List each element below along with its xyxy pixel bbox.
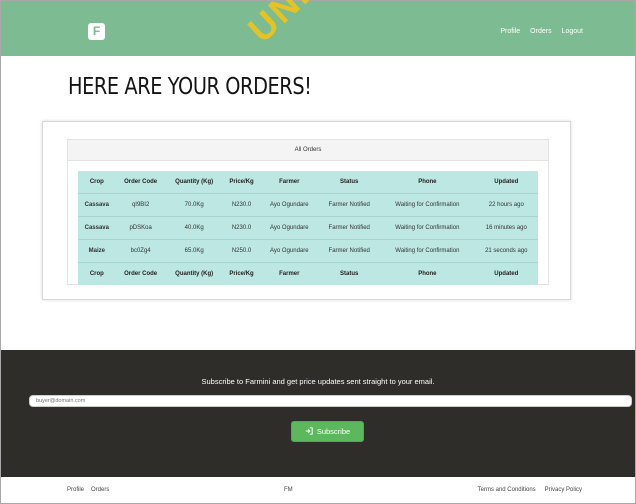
- subscribe-footer: Subscribe to Farmini and get price updat…: [1, 350, 635, 477]
- cell-phone: Waiting for Confirmation: [380, 239, 475, 263]
- table-footer-row: Crop Order Code Quantity (Kg) Price/Kg F…: [78, 262, 538, 285]
- orders-card: All Orders Crop Order Code Quantity (Kg)…: [42, 121, 571, 300]
- footer-right-links: Terms and Conditions Privacy Policy: [478, 487, 582, 493]
- cell-status: Farmer Notified: [318, 216, 381, 240]
- panel-title: All Orders: [68, 140, 548, 161]
- column-footer: Status: [318, 262, 381, 285]
- column-footer: Phone: [380, 262, 475, 285]
- orders-panel: All Orders Crop Order Code Quantity (Kg)…: [67, 139, 549, 285]
- nav-link-logout[interactable]: Logout: [562, 28, 583, 35]
- column-header: Farmer: [279, 179, 300, 185]
- cell-updated: 16 minutes ago: [474, 216, 538, 240]
- column-header: Quantity (Kg): [175, 179, 214, 185]
- nav-link-orders[interactable]: Orders: [530, 28, 551, 35]
- cell-order-code: bc0Zg4: [115, 239, 166, 263]
- nav-link-profile[interactable]: Profile: [500, 28, 520, 35]
- cell-crop: Cassava: [78, 216, 116, 240]
- cell-crop: Maize: [78, 239, 116, 263]
- subscribe-text: Subscribe to Farmini and get price updat…: [201, 377, 435, 386]
- table-header-row: Crop Order Code Quantity (Kg) Price/Kg F…: [78, 171, 538, 194]
- column-footer: Price/Kg: [222, 262, 261, 285]
- table-row: Maize bc0Zg4 65.0Kg N250.0 Ayo Ogundare …: [78, 239, 538, 263]
- email-field[interactable]: [29, 395, 632, 407]
- column-header: Crop: [89, 179, 104, 185]
- cell-order-code: qI9BI2: [115, 193, 166, 217]
- cell-price: N250.0: [222, 239, 261, 263]
- brand-logo[interactable]: F: [88, 23, 105, 40]
- footer-link-terms[interactable]: Terms and Conditions: [478, 487, 536, 493]
- footer-link-profile[interactable]: Profile: [67, 487, 84, 493]
- cell-order-code: pDSKoa: [115, 216, 166, 240]
- column-footer: Order Code: [115, 262, 166, 285]
- column-footer: Updated: [474, 262, 538, 285]
- cell-farmer: Ayo Ogundare: [260, 216, 319, 240]
- page-title: HERE ARE YOUR ORDERS!: [68, 74, 312, 100]
- subscribe-button[interactable]: Subscribe: [291, 421, 364, 442]
- column-footer: Crop: [78, 262, 116, 285]
- cell-price: N230.0: [222, 193, 261, 217]
- cell-phone: Waiting for Confirmation: [380, 193, 475, 217]
- cell-farmer: Ayo Ogundare: [260, 239, 319, 263]
- sign-in-icon: [305, 426, 313, 437]
- cell-status: Farmer Notified: [318, 193, 381, 217]
- cell-phone: Waiting for Confirmation: [380, 216, 475, 240]
- cell-quantity: 65.0Kg: [165, 239, 223, 263]
- cell-crop: Cassava: [78, 193, 116, 217]
- table-row: Cassava qI9BI2 70.0Kg N230.0 Ayo Ogundar…: [78, 193, 538, 217]
- cell-updated: 21 seconds ago: [474, 239, 538, 263]
- footer-brand: FM: [284, 487, 293, 493]
- column-header: Order Code: [124, 179, 158, 185]
- nav-links: Profile Orders Logout: [500, 28, 583, 35]
- cell-quantity: 40.0Kg: [165, 216, 223, 240]
- bottom-bar: Profile Orders FM Terms and Conditions P…: [1, 477, 635, 503]
- column-footer: Farmer: [260, 262, 319, 285]
- cell-updated: 22 hours ago: [474, 193, 538, 217]
- navbar: F Profile Orders Logout: [1, 1, 635, 56]
- column-header: Updated: [494, 179, 519, 185]
- cell-quantity: 70.0Kg: [165, 193, 223, 217]
- cell-price: N230.0: [222, 216, 261, 240]
- footer-link-privacy[interactable]: Privacy Policy: [545, 487, 582, 493]
- cell-farmer: Ayo Ogundare: [260, 193, 319, 217]
- footer-left-links: Profile Orders: [67, 487, 109, 493]
- column-header: Price/Kg: [229, 179, 254, 185]
- orders-table: Crop Order Code Quantity (Kg) Price/Kg F…: [78, 171, 538, 285]
- column-footer: Quantity (Kg): [165, 262, 223, 285]
- column-header: Phone: [418, 179, 437, 185]
- column-header: Status: [340, 179, 359, 185]
- table-row: Cassava pDSKoa 40.0Kg N230.0 Ayo Ogundar…: [78, 216, 538, 240]
- footer-link-orders[interactable]: Orders: [91, 487, 109, 493]
- subscribe-button-label: Subscribe: [316, 427, 351, 436]
- cell-status: Farmer Notified: [318, 239, 381, 263]
